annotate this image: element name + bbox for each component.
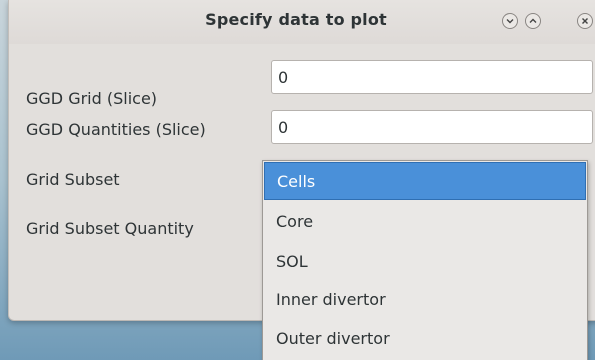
ggd-quantities-label: GGD Quantities (Slice) bbox=[26, 120, 206, 139]
minimize-button[interactable] bbox=[502, 13, 518, 29]
dialog-title: Specify data to plot bbox=[205, 10, 387, 29]
close-button[interactable] bbox=[577, 13, 593, 29]
ggd-quantities-input[interactable] bbox=[271, 110, 593, 144]
grid-subset-dropdown-list[interactable]: Cells Core SOL Inner divertor Outer dive… bbox=[262, 160, 588, 360]
close-icon bbox=[582, 18, 588, 24]
chevron-up-icon bbox=[529, 18, 537, 23]
dropdown-option-outer-divertor[interactable]: Outer divertor bbox=[264, 320, 586, 358]
dropdown-option-sol[interactable]: SOL bbox=[264, 243, 586, 281]
grid-subset-quantity-label: Grid Subset Quantity bbox=[26, 219, 194, 238]
title-bar[interactable]: Specify data to plot bbox=[9, 0, 595, 44]
dropdown-option-inner-divertor[interactable]: Inner divertor bbox=[264, 281, 586, 319]
maximize-button[interactable] bbox=[525, 13, 541, 29]
chevron-down-icon bbox=[506, 19, 514, 24]
dropdown-option-core[interactable]: Core bbox=[264, 203, 586, 241]
dropdown-option-cells[interactable]: Cells bbox=[264, 162, 586, 200]
ggd-grid-label: GGD Grid (Slice) bbox=[26, 89, 158, 108]
ggd-grid-input[interactable] bbox=[271, 60, 593, 94]
grid-subset-label: Grid Subset bbox=[26, 170, 120, 189]
